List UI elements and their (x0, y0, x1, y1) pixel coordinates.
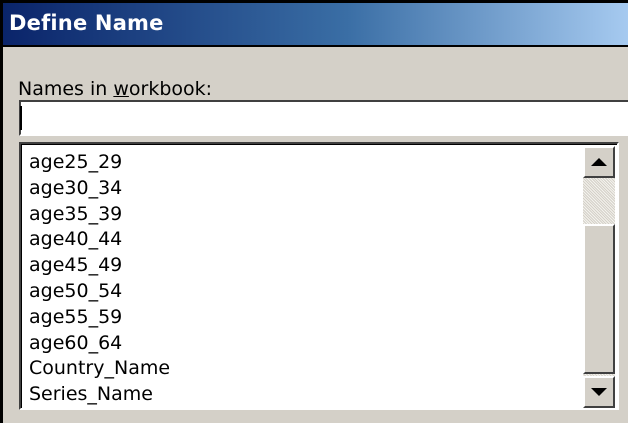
list-item[interactable]: age45_49 (29, 253, 569, 279)
scroll-up-arrow-icon (591, 158, 607, 166)
dialog-title: Define Name (9, 11, 164, 35)
vertical-scrollbar[interactable] (583, 146, 615, 408)
list-item[interactable]: age40_44 (29, 227, 569, 253)
list-item[interactable]: age30_34 (29, 176, 569, 202)
list-item[interactable]: age60_64 (29, 331, 569, 357)
names-listbox[interactable]: age25_29 age30_34 age35_39 age40_44 age4… (19, 142, 619, 410)
list-item[interactable]: age35_39 (29, 202, 569, 228)
scroll-up-button[interactable] (583, 146, 615, 178)
list-item[interactable]: Series_Name (29, 382, 569, 408)
text-caret (20, 106, 22, 130)
title-bar[interactable]: Define Name (3, 3, 628, 47)
list-item[interactable]: age55_59 (29, 305, 569, 331)
define-name-dialog: Define Name Names in workbook: age25_29 … (0, 0, 628, 423)
list-item[interactable]: age50_54 (29, 279, 569, 305)
list-item[interactable]: Country_Name (29, 356, 569, 382)
names-in-workbook-label: Names in workbook: (18, 78, 213, 100)
scroll-down-arrow-icon (591, 388, 607, 396)
name-input[interactable] (19, 100, 628, 136)
list-item[interactable]: age25_29 (29, 150, 569, 176)
scroll-down-button[interactable] (583, 376, 615, 408)
scrollbar-thumb[interactable] (583, 224, 615, 374)
names-list: age25_29 age30_34 age35_39 age40_44 age4… (29, 150, 569, 408)
